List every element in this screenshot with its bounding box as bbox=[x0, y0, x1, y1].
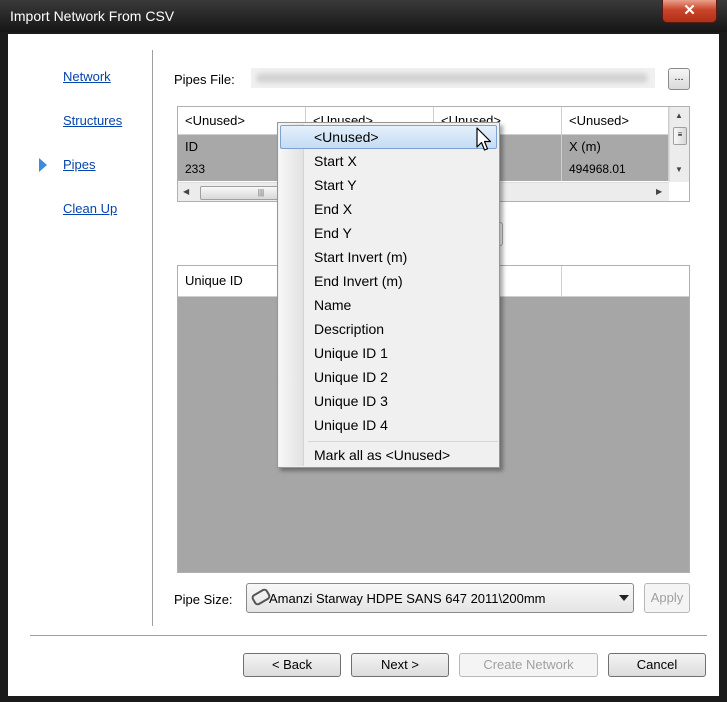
browse-button[interactable]: ... bbox=[668, 68, 690, 90]
menu-item-name[interactable]: Name bbox=[314, 293, 351, 317]
blurred-path-text bbox=[256, 73, 648, 83]
menu-item-description[interactable]: Description bbox=[314, 317, 384, 341]
menu-item-unique-id-3[interactable]: Unique ID 3 bbox=[314, 389, 388, 413]
vertical-scrollbar[interactable]: ▲ ≡ ▼ bbox=[669, 107, 689, 182]
apply-button[interactable]: Apply bbox=[644, 583, 690, 613]
column-header[interactable]: <Unused> bbox=[562, 107, 669, 135]
menu-highlight bbox=[280, 125, 497, 149]
menu-item-end-y[interactable]: End Y bbox=[314, 221, 352, 245]
nav-link-structures[interactable]: Structures bbox=[63, 113, 122, 128]
menu-item-mark-all-unused[interactable]: Mark all as <Unused> bbox=[314, 443, 450, 467]
menu-item-unique-id-1[interactable]: Unique ID 1 bbox=[314, 341, 388, 365]
menu-icon-strip bbox=[279, 124, 304, 466]
pipes-file-label: Pipes File: bbox=[174, 72, 235, 87]
back-button[interactable]: < Back bbox=[243, 653, 341, 677]
menu-item-start-invert[interactable]: Start Invert (m) bbox=[314, 245, 407, 269]
menu-item-end-invert[interactable]: End Invert (m) bbox=[314, 269, 403, 293]
table-cell: X (m) bbox=[562, 135, 669, 159]
menu-item-start-x[interactable]: Start X bbox=[314, 149, 357, 173]
column-type-menu[interactable]: <Unused> Start X Start Y End X End Y Sta… bbox=[277, 122, 500, 468]
menu-item-unique-id-2[interactable]: Unique ID 2 bbox=[314, 365, 388, 389]
nav-link-clean-up[interactable]: Clean Up bbox=[63, 201, 117, 216]
window-title: Import Network From CSV bbox=[10, 8, 175, 24]
nav-link-pipes[interactable]: Pipes bbox=[63, 157, 96, 172]
title-bar: Import Network From CSV ✕ bbox=[0, 0, 727, 32]
scroll-up-icon[interactable]: ▲ bbox=[675, 111, 683, 120]
close-button[interactable]: ✕ bbox=[662, 0, 717, 23]
scroll-right-icon[interactable]: ▶ bbox=[656, 187, 662, 196]
create-network-button[interactable]: Create Network bbox=[459, 653, 598, 677]
column-header[interactable] bbox=[562, 266, 689, 296]
scroll-down-icon[interactable]: ▼ bbox=[675, 165, 683, 174]
next-button[interactable]: Next > bbox=[351, 653, 449, 677]
mouse-cursor-icon bbox=[476, 127, 492, 151]
close-icon: ✕ bbox=[683, 2, 696, 19]
menu-item-unused[interactable]: <Unused> bbox=[314, 125, 379, 149]
table-cell: 494968.01 bbox=[562, 159, 669, 181]
nav-link-network[interactable]: Network bbox=[63, 69, 111, 84]
horizontal-divider bbox=[30, 635, 707, 636]
pipe-size-value: Amanzi Starway HDPE SANS 647 2011\200mm bbox=[269, 591, 546, 606]
cancel-button[interactable]: Cancel bbox=[608, 653, 706, 677]
scroll-left-icon[interactable]: ◀ bbox=[183, 187, 189, 196]
pipe-size-dropdown[interactable]: Amanzi Starway HDPE SANS 647 2011\200mm bbox=[246, 583, 634, 613]
scroll-thumb[interactable]: ≡ bbox=[673, 127, 687, 145]
current-step-arrow-icon bbox=[39, 158, 47, 172]
vertical-divider bbox=[152, 50, 153, 626]
menu-separator bbox=[308, 441, 498, 442]
pipes-file-path-field[interactable] bbox=[251, 68, 655, 88]
pipe-size-label: Pipe Size: bbox=[174, 592, 233, 607]
chevron-down-icon bbox=[619, 595, 629, 601]
menu-item-end-x[interactable]: End X bbox=[314, 197, 352, 221]
menu-item-start-y[interactable]: Start Y bbox=[314, 173, 357, 197]
menu-item-unique-id-4[interactable]: Unique ID 4 bbox=[314, 413, 388, 437]
